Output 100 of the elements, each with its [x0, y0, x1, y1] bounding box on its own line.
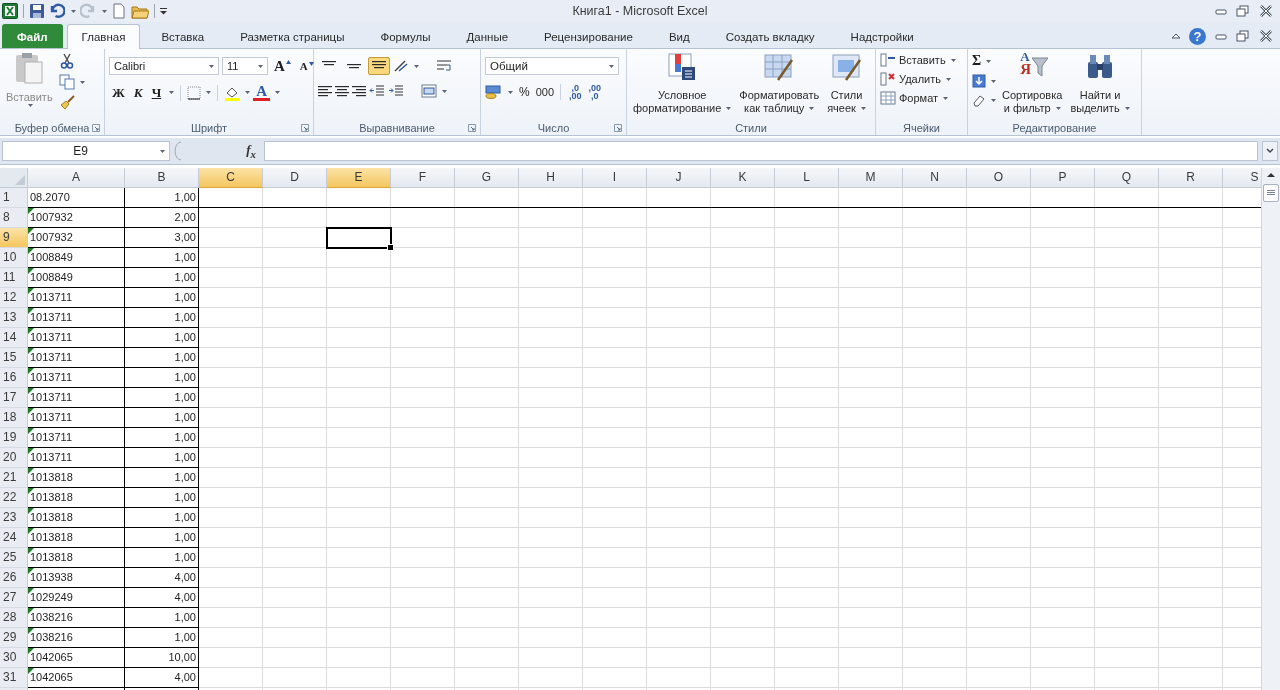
- row-header[interactable]: 1: [0, 188, 28, 208]
- row-header[interactable]: 31: [0, 668, 28, 688]
- scroll-thumb[interactable]: [1263, 184, 1279, 202]
- dialog-launcher-icon[interactable]: [92, 124, 100, 132]
- copy-icon[interactable]: [58, 74, 75, 90]
- ribbon-tab[interactable]: Формулы: [365, 24, 446, 48]
- column-header[interactable]: E: [327, 168, 391, 188]
- row-header[interactable]: 16: [0, 368, 28, 388]
- row-header[interactable]: 19: [0, 428, 28, 448]
- column-header[interactable]: A: [28, 168, 125, 188]
- scissors-icon[interactable]: [58, 53, 75, 69]
- formula-input[interactable]: [264, 141, 1258, 161]
- vertical-align-button[interactable]: [368, 57, 390, 75]
- name-box[interactable]: E9: [2, 141, 170, 161]
- decrease-decimal-button[interactable]: ,00 ,0: [586, 84, 604, 100]
- expand-formula-icon[interactable]: [1262, 141, 1278, 161]
- decrease-indent-icon[interactable]: [369, 85, 385, 97]
- row-header[interactable]: 30: [0, 648, 28, 668]
- cell-styles-button[interactable]: Стили ячеек: [825, 52, 868, 115]
- percent-button[interactable]: %: [516, 85, 533, 99]
- autosum-button[interactable]: Σ: [972, 53, 982, 69]
- resize-handle-icon[interactable]: [174, 141, 182, 161]
- column-header[interactable]: L: [775, 168, 839, 188]
- customize-menu-icon[interactable]: [160, 7, 167, 15]
- column-header[interactable]: I: [583, 168, 647, 188]
- column-header[interactable]: M: [839, 168, 903, 188]
- shrink-font-button[interactable]: A: [296, 60, 317, 72]
- ribbon-tab[interactable]: Данные: [451, 24, 524, 48]
- eraser-icon[interactable]: [972, 93, 986, 107]
- ribbon-tab[interactable]: Рецензирование: [529, 24, 648, 48]
- folder-icon[interactable]: [131, 3, 149, 19]
- sort-filter-button[interactable]: A Я Сортировка и фильтр: [1000, 52, 1065, 115]
- font-color-button[interactable]: A: [253, 84, 271, 101]
- row-header[interactable]: 20: [0, 448, 28, 468]
- ribbon-tab[interactable]: Надстройки: [835, 24, 929, 48]
- row-header[interactable]: 10: [0, 248, 28, 268]
- row-header[interactable]: 21: [0, 468, 28, 488]
- fill-down-icon[interactable]: [972, 74, 986, 88]
- format-painter-icon[interactable]: [58, 95, 75, 111]
- borders-icon[interactable]: [187, 85, 202, 100]
- row-header[interactable]: 24: [0, 528, 28, 548]
- new-document-icon[interactable]: [111, 3, 127, 19]
- save-icon[interactable]: [29, 3, 45, 19]
- row-header[interactable]: 26: [0, 568, 28, 588]
- insert-function-button[interactable]: f$_{x}$: [186, 142, 260, 160]
- column-header[interactable]: K: [711, 168, 775, 188]
- column-header[interactable]: H: [519, 168, 583, 188]
- insert-cells-button[interactable]: Вставить: [880, 52, 956, 68]
- column-header[interactable]: O: [967, 168, 1031, 188]
- bold-button[interactable]: Ж: [109, 84, 128, 101]
- column-header[interactable]: F: [391, 168, 455, 188]
- file-tab[interactable]: Файл: [2, 24, 63, 48]
- row-header[interactable]: 9: [0, 228, 28, 248]
- column-header[interactable]: Q: [1095, 168, 1159, 188]
- find-select-button[interactable]: Найти и выделить: [1068, 52, 1132, 115]
- number-format-dropdown[interactable]: Общий: [485, 57, 619, 75]
- selected-cell[interactable]: [326, 227, 392, 249]
- row-header[interactable]: 11: [0, 268, 28, 288]
- row-header[interactable]: 25: [0, 548, 28, 568]
- ribbon-tab[interactable]: Главная: [66, 24, 141, 49]
- restore-icon[interactable]: [1236, 30, 1250, 42]
- column-header[interactable]: C: [199, 168, 263, 188]
- column-header[interactable]: R: [1159, 168, 1223, 188]
- ribbon-tab[interactable]: Вид: [653, 24, 705, 48]
- restore-icon[interactable]: [1236, 5, 1250, 17]
- row-header[interactable]: 8: [0, 208, 28, 228]
- column-header[interactable]: D: [263, 168, 327, 188]
- row-header[interactable]: 15: [0, 348, 28, 368]
- column-header[interactable]: S: [1223, 168, 1261, 188]
- increase-indent-icon[interactable]: [388, 85, 404, 97]
- minimize-icon[interactable]: [1214, 6, 1228, 16]
- row-header[interactable]: 22: [0, 488, 28, 508]
- ribbon-tab[interactable]: Вставка: [146, 24, 220, 48]
- row-header[interactable]: 14: [0, 328, 28, 348]
- merge-cells-icon[interactable]: [421, 84, 437, 98]
- row-header[interactable]: 17: [0, 388, 28, 408]
- row-header[interactable]: 29: [0, 628, 28, 648]
- font-size-dropdown[interactable]: 11: [222, 57, 268, 75]
- format-as-table-button[interactable]: Форматировать как таблицу: [737, 52, 822, 115]
- column-header[interactable]: J: [647, 168, 711, 188]
- minimize-icon[interactable]: [1214, 31, 1228, 41]
- delete-cells-button[interactable]: Удалить: [880, 71, 956, 87]
- currency-icon[interactable]: [485, 85, 503, 99]
- row-header[interactable]: 18: [0, 408, 28, 428]
- row-header[interactable]: 13: [0, 308, 28, 328]
- font-name-dropdown[interactable]: Calibri: [109, 57, 219, 75]
- dialog-launcher-icon[interactable]: [468, 124, 476, 132]
- dialog-launcher-icon[interactable]: [301, 124, 309, 132]
- row-header[interactable]: 28: [0, 608, 28, 628]
- ribbon-tab[interactable]: Создать вкладку: [710, 24, 830, 48]
- column-header[interactable]: N: [903, 168, 967, 188]
- increase-decimal-button[interactable]: ,0 ,00: [567, 84, 584, 100]
- wrap-text-icon[interactable]: [436, 59, 452, 73]
- row-header[interactable]: 23: [0, 508, 28, 528]
- undo-icon[interactable]: [49, 3, 65, 19]
- help-icon[interactable]: ?: [1189, 27, 1206, 45]
- dialog-launcher-icon[interactable]: [614, 124, 622, 132]
- column-header[interactable]: G: [455, 168, 519, 188]
- collapse-ribbon-icon[interactable]: [1171, 32, 1181, 40]
- close-icon[interactable]: [1258, 5, 1274, 17]
